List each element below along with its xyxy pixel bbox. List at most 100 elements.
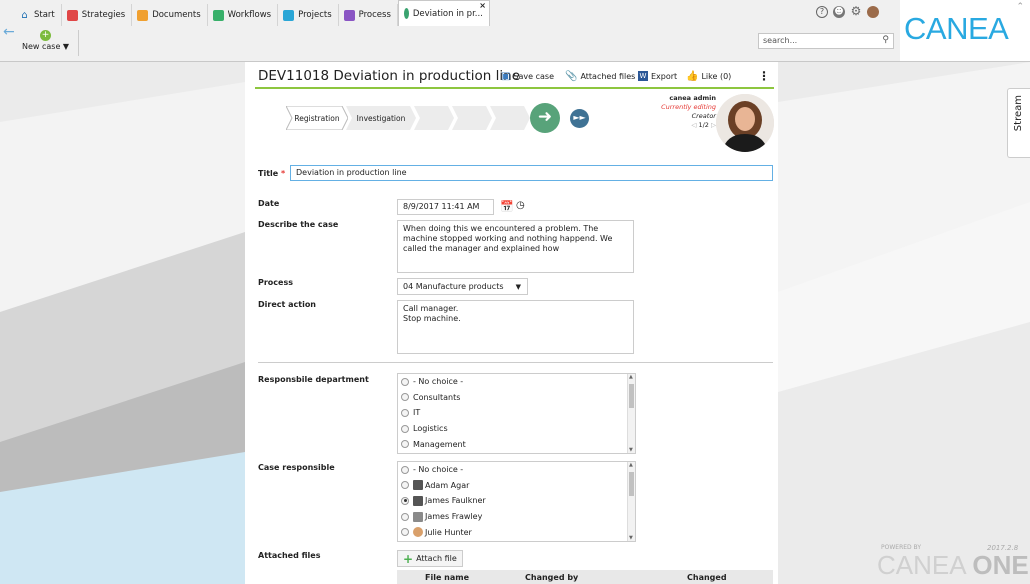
radio-icon [401,393,409,402]
section-divider [258,362,773,363]
word-icon: W [638,71,648,81]
radio-icon [401,377,409,386]
close-icon[interactable]: × [479,1,486,10]
process-select[interactable]: 04 Manufacture products ▼ [397,278,528,295]
next-step-button[interactable]: ➜ [530,103,560,133]
plus-icon: + [403,551,414,566]
attach-file-button[interactable]: + Attach file [397,550,463,567]
editor-role: Creator [691,112,716,120]
tab-documents[interactable]: Documents [132,4,208,26]
workflow-step-investigation[interactable]: Investigation [346,106,416,130]
radio-icon [401,528,409,537]
workflow-step-registration[interactable]: Registration [286,106,348,130]
column-header[interactable]: File name [425,573,469,582]
direct-action-line: Stop machine. [403,314,461,323]
users-icon[interactable]: ☻ [833,6,845,18]
attached-files-label: Attached files [258,551,321,560]
new-case-button[interactable]: + New case ▼ [22,30,69,51]
department-label: Responsbile department [258,375,369,384]
editor-pager: 1/2 [698,121,709,129]
workflow-step-3[interactable] [414,106,454,130]
describe-textarea[interactable]: When doing this we encountered a problem… [397,220,634,273]
logo: CANEA [904,11,1009,46]
radio-option[interactable]: Adam Agar [398,478,635,494]
header-divider [255,87,774,89]
radio-option[interactable]: James Frawley [398,509,635,525]
strategies-icon [66,9,78,21]
scroll-down-icon[interactable]: ▼ [629,447,633,453]
stream-tab[interactable]: Stream [1007,88,1030,158]
step-label: Registration [294,113,340,123]
direct-action-textarea[interactable]: Call manager. Stop machine. [397,300,634,354]
scrollbar[interactable]: ▲ ▼ [627,374,635,453]
tab-process[interactable]: Process [339,4,398,26]
radio-option[interactable]: Consultants [398,390,635,406]
chevron-up-icon[interactable]: ⌃ [1016,2,1024,12]
direct-action-label: Direct action [258,300,317,309]
save-icon: ▣ [501,71,511,82]
skip-to-end-button[interactable]: ►► [570,109,589,128]
deviation-icon [403,8,409,19]
user-photo-icon [413,527,423,538]
logo-area: CANEA ⌃ [900,0,1030,62]
clock-icon[interactable]: ◷ [516,200,525,211]
column-header[interactable]: Changed [687,573,727,582]
tab-bar: ⌂ Start Strategies Documents Workflows Pr… [14,0,490,26]
radio-option[interactable]: - No choice - [398,462,635,478]
radio-option[interactable]: Julie Hunter [398,524,635,540]
save-label: Save case [513,72,555,81]
tab-deviation[interactable]: Deviation in pr... × [397,0,490,26]
radio-icon [401,424,409,433]
tab-start[interactable]: ⌂ Start [14,4,62,26]
case-title: DEV11018 Deviation in production line [258,68,521,84]
scrollbar[interactable]: ▲ ▼ [627,462,635,541]
case-responsible-label: Case responsible [258,463,335,472]
search-input[interactable]: search... ⚲ [758,33,894,49]
date-input[interactable]: 8/9/2017 11:41 AM [397,199,494,215]
workflow-step-4[interactable] [452,106,492,130]
search-icon[interactable]: ⚲ [882,35,889,45]
radio-option[interactable]: Logistics [398,421,635,437]
radio-option[interactable]: James Faulkner [398,493,635,509]
chevron-down-icon: ▼ [515,283,521,291]
save-case-button[interactable]: ▣ Save case [501,71,554,82]
user-photo-icon [413,511,423,522]
tab-workflows[interactable]: Workflows [208,4,279,26]
avatar[interactable] [867,6,879,18]
radio-option[interactable]: Management [398,436,635,452]
plus-icon: + [40,30,52,41]
user-photo-icon [413,480,423,491]
case-panel: DEV11018 Deviation in production line ▣ S… [245,62,778,584]
tab-label: Strategies [81,10,126,20]
workflow-step-5[interactable] [490,106,530,130]
title-input[interactable]: Deviation in production line [290,165,773,181]
attached-files-button[interactable]: 📎 Attached files [565,71,635,82]
scroll-up-icon[interactable]: ▲ [629,462,633,468]
tab-label: Documents [152,10,201,20]
gear-icon[interactable]: ⚙ [850,5,862,18]
projects-icon [283,9,295,21]
column-header[interactable]: Changed by [525,573,578,582]
radio-option[interactable]: - No choice - [398,374,635,390]
like-button[interactable]: 👍 Like (0) [686,71,731,82]
calendar-icon[interactable]: 📅 [500,200,514,213]
radio-option[interactable]: IT [398,405,635,421]
editor-status: Currently editing [661,103,716,111]
help-icon[interactable]: ? [816,6,828,18]
editor-info: canea admin Currently editing Creator ◁ … [661,94,716,130]
back-arrow-icon[interactable]: ← [3,24,15,40]
case-responsible-radio-list: - No choice - Adam Agar James Faulkner J… [397,461,636,542]
top-bar: ← ⌂ Start Strategies Documents Workflows … [0,0,900,62]
paperclip-icon: 📎 [565,71,578,82]
tab-label: Workflows [227,10,272,20]
scroll-up-icon[interactable]: ▲ [629,374,633,380]
tab-projects[interactable]: Projects [278,4,339,26]
chevron-left-icon[interactable]: ◁ [691,121,696,129]
title-label: Title * [258,169,286,178]
radio-icon [401,440,409,449]
export-button[interactable]: W Export [638,71,677,81]
more-options-icon[interactable]: ⋮ [758,69,770,83]
user-photo-icon [413,495,423,506]
scroll-down-icon[interactable]: ▼ [629,535,633,541]
tab-strategies[interactable]: Strategies [62,4,133,26]
